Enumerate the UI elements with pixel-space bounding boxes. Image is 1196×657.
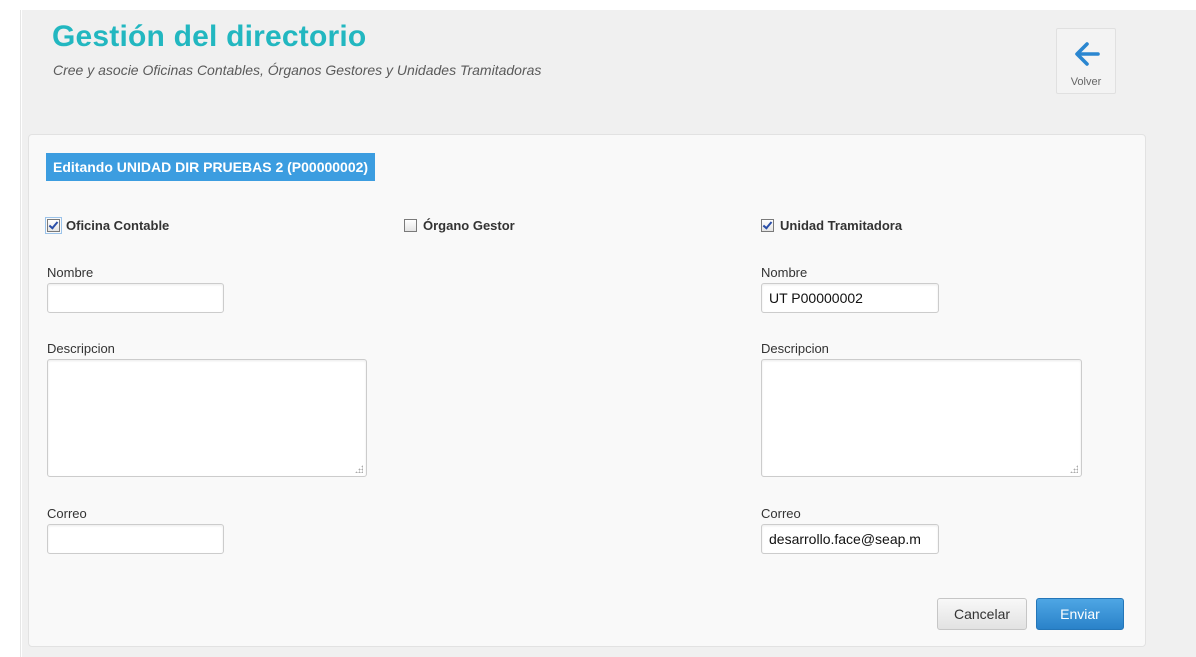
- checkbox-oficina-contable[interactable]: Oficina Contable: [45, 217, 170, 234]
- checkbox-organo-gestor-box[interactable]: [404, 219, 417, 232]
- editing-badge: Editando UNIDAD DIR PRUEBAS 2 (P00000002…: [46, 153, 376, 181]
- back-button-label: Volver: [1070, 76, 1102, 88]
- checkbox-unidad-tramitadora[interactable]: Unidad Tramitadora: [761, 218, 902, 233]
- checkbox-unidad-tramitadora-box[interactable]: [761, 219, 774, 232]
- screen: Gestión del directorio Cree y asocie Ofi…: [0, 0, 1196, 657]
- back-button[interactable]: Volver: [1056, 28, 1116, 94]
- checkbox-oficina-contable-label: Oficina Contable: [66, 218, 170, 233]
- unidad-correo-label: Correo: [761, 506, 801, 521]
- cancel-button[interactable]: Cancelar: [937, 598, 1027, 630]
- oficina-descripcion-label: Descripcion: [47, 341, 115, 356]
- checkbox-organo-gestor-label: Órgano Gestor: [423, 218, 515, 233]
- resize-grip-icon[interactable]: [1070, 465, 1078, 473]
- checkbox-unidad-tramitadora-label: Unidad Tramitadora: [780, 218, 903, 233]
- checkbox-organo-gestor[interactable]: Órgano Gestor: [404, 218, 515, 233]
- page-subtitle: Cree y asocie Oficinas Contables, Órgano…: [53, 62, 542, 78]
- unidad-descripcion-label: Descripcion: [761, 341, 829, 356]
- submit-button[interactable]: Enviar: [1036, 598, 1124, 630]
- arrow-left-icon: [1075, 42, 1100, 66]
- unidad-nombre-label: Nombre: [761, 265, 808, 280]
- oficina-correo-input[interactable]: [47, 524, 224, 554]
- unidad-correo-input[interactable]: [761, 524, 939, 554]
- oficina-correo-label: Correo: [47, 506, 87, 521]
- unidad-descripcion-textarea[interactable]: [761, 359, 1082, 477]
- oficina-nombre-input[interactable]: [47, 283, 224, 313]
- oficina-descripcion-textarea[interactable]: [47, 359, 367, 477]
- checkbox-oficina-contable-box[interactable]: [45, 217, 62, 234]
- left-gutter: [0, 10, 21, 657]
- oficina-nombre-label: Nombre: [47, 265, 94, 280]
- resize-grip-icon[interactable]: [355, 465, 363, 473]
- page-title: Gestión del directorio: [52, 20, 367, 53]
- unidad-nombre-input[interactable]: [761, 283, 939, 313]
